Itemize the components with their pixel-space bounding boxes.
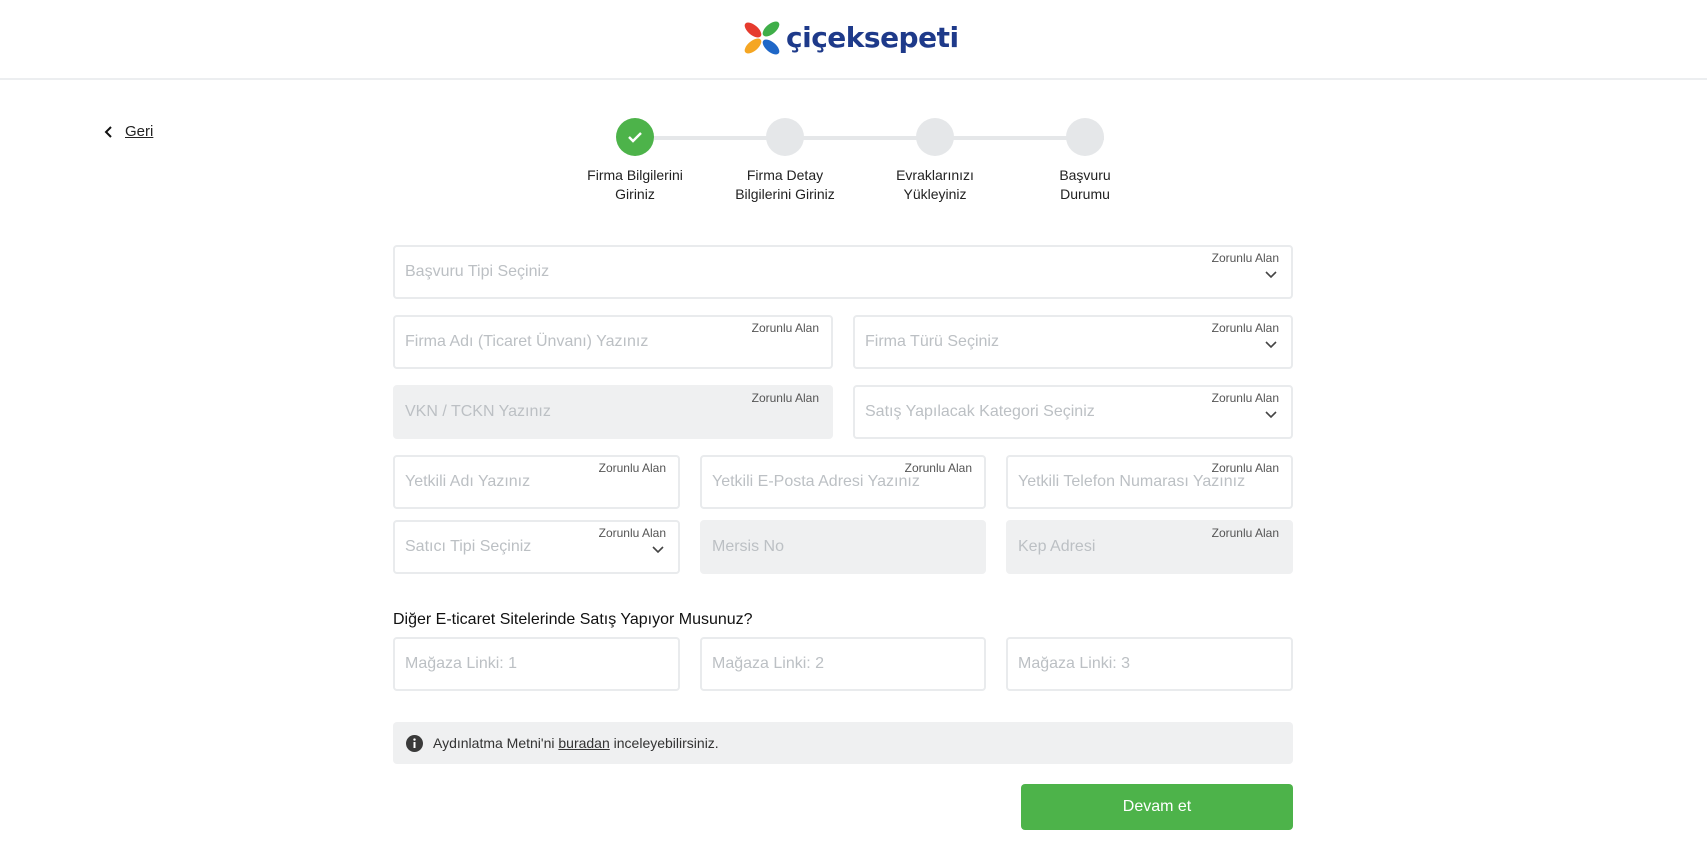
chevron-down-icon (1265, 271, 1277, 279)
authorized-email-field[interactable]: Yetkili E-Posta Adresi Yazınız Zorunlu A… (700, 455, 986, 509)
step-3-label: Evraklarınızı Yükleyiniz (896, 167, 974, 202)
step-2: Firma Detay Bilgilerini Giriniz (710, 118, 860, 204)
privacy-notice-banner: Aydınlatma Metni'ni buradan inceleyebili… (393, 722, 1293, 764)
privacy-notice-prefix: Aydınlatma Metni'ni (433, 735, 555, 751)
checkmark-icon (628, 132, 642, 143)
authorized-email-placeholder: Yetkili E-Posta Adresi Yazınız (712, 473, 920, 490)
tax-id-placeholder: VKN / TCKN Yazınız (405, 403, 551, 420)
cicek-sepeti-logo[interactable]: çiçeksepeti (742, 18, 959, 58)
store-link-1-field[interactable]: Mağaza Linki: 1 (393, 637, 680, 691)
step-1-label: Firma Bilgilerini Giriniz (587, 167, 683, 202)
authorized-name-field[interactable]: Yetkili Adı Yazınız Zorunlu Alan (393, 455, 680, 509)
other-sites-question: Diğer E-ticaret Sitelerinde Satış Yapıyo… (393, 611, 753, 628)
chevron-left-icon (104, 125, 112, 138)
required-label: Zorunlu Alan (1211, 461, 1279, 475)
step-4-circle (1066, 118, 1104, 156)
kep-address-field[interactable]: Kep Adresi Zorunlu Alan (1006, 520, 1293, 574)
chevron-down-icon (1265, 341, 1277, 349)
progress-stepper: Firma Bilgilerini Giriniz Firma Detay Bi… (560, 118, 1120, 208)
store-link-3-placeholder: Mağaza Linki: 3 (1018, 655, 1131, 672)
application-type-placeholder: Başvuru Tipi Seçiniz (405, 263, 550, 280)
step-1: Firma Bilgilerini Giriniz (560, 118, 710, 204)
application-type-select[interactable]: Başvuru Tipi Seçiniz Zorunlu Alan (393, 245, 1293, 299)
authorized-phone-field[interactable]: Yetkili Telefon Numarası Yazınız Zorunlu… (1006, 455, 1293, 509)
required-label: Zorunlu Alan (904, 461, 972, 475)
sales-category-placeholder: Satış Yapılacak Kategori Seçiniz (865, 403, 1095, 420)
info-icon (406, 734, 423, 752)
seller-type-select[interactable]: Satıcı Tipi Seçiniz Zorunlu Alan (393, 520, 680, 574)
mersis-no-field[interactable]: Mersis No (700, 520, 986, 574)
required-label: Zorunlu Alan (751, 391, 819, 405)
seller-type-placeholder: Satıcı Tipi Seçiniz (405, 538, 532, 555)
store-link-1-placeholder: Mağaza Linki: 1 (405, 655, 518, 672)
step-4: Başvuru Durumu (1010, 118, 1160, 204)
flower-logo-icon (744, 21, 780, 55)
kep-address-placeholder: Kep Adresi (1018, 538, 1096, 555)
back-link[interactable]: Geri (103, 123, 153, 140)
required-label: Zorunlu Alan (1211, 251, 1279, 265)
tax-id-field[interactable]: VKN / TCKN Yazınız Zorunlu Alan (393, 385, 833, 439)
logo-text: çiçeksepeti (786, 21, 959, 54)
required-label: Zorunlu Alan (598, 526, 666, 540)
authorized-phone-placeholder: Yetkili Telefon Numarası Yazınız (1018, 473, 1246, 490)
privacy-notice-text: Aydınlatma Metni'ni buradan inceleyebili… (433, 735, 719, 751)
authorized-name-placeholder: Yetkili Adı Yazınız (405, 473, 531, 490)
chevron-down-icon (1265, 411, 1277, 419)
step-1-circle (616, 118, 654, 156)
store-link-2-placeholder: Mağaza Linki: 2 (712, 655, 825, 672)
top-header: çiçeksepeti (0, 0, 1707, 80)
step-3-circle (916, 118, 954, 156)
continue-button[interactable]: Devam et (1021, 784, 1293, 830)
company-type-select[interactable]: Firma Türü Seçiniz Zorunlu Alan (853, 315, 1293, 369)
required-label: Zorunlu Alan (1211, 321, 1279, 335)
step-3: Evraklarınızı Yükleyiniz (860, 118, 1010, 204)
step-2-circle (766, 118, 804, 156)
privacy-notice-link[interactable]: buradan (558, 735, 609, 751)
sales-category-select[interactable]: Satış Yapılacak Kategori Seçiniz Zorunlu… (853, 385, 1293, 439)
step-2-label: Firma Detay Bilgilerini Giriniz (735, 167, 835, 202)
privacy-notice-suffix: inceleyebilirsiniz. (613, 735, 719, 751)
company-type-placeholder: Firma Türü Seçiniz (865, 333, 999, 350)
company-name-placeholder: Firma Adı (Ticaret Ünvanı) Yazınız (405, 333, 649, 350)
back-label[interactable]: Geri (125, 123, 153, 140)
required-label: Zorunlu Alan (1211, 391, 1279, 405)
chevron-down-icon (652, 546, 664, 554)
required-label: Zorunlu Alan (598, 461, 666, 475)
required-label: Zorunlu Alan (751, 321, 819, 335)
required-label: Zorunlu Alan (1211, 526, 1279, 540)
store-link-3-field[interactable]: Mağaza Linki: 3 (1006, 637, 1293, 691)
step-4-label: Başvuru Durumu (1059, 167, 1111, 202)
company-name-field[interactable]: Firma Adı (Ticaret Ünvanı) Yazınız Zorun… (393, 315, 833, 369)
store-link-2-field[interactable]: Mağaza Linki: 2 (700, 637, 986, 691)
mersis-no-placeholder: Mersis No (712, 538, 785, 555)
